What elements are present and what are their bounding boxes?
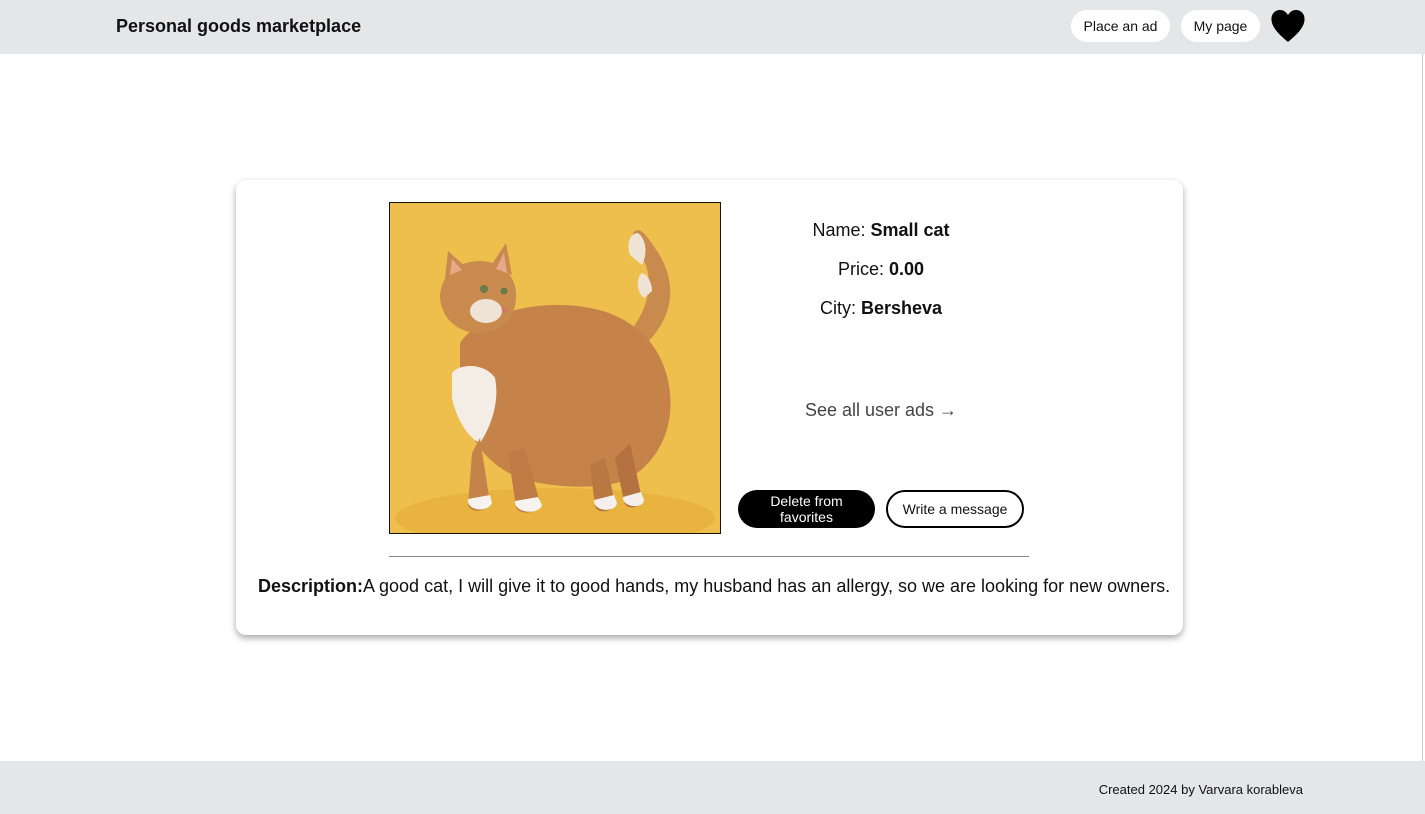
site-title[interactable]: Personal goods marketplace xyxy=(116,16,361,37)
name-value: Small cat xyxy=(870,220,950,240)
cat-illustration xyxy=(390,203,720,533)
content-divider xyxy=(389,556,1029,557)
price-label: Price: xyxy=(837,259,889,279)
place-ad-button[interactable]: Place an ad xyxy=(1071,10,1170,42)
description-label: Description: xyxy=(258,576,364,596)
footer-credit: Created 2024 by Varvara korableva xyxy=(1098,782,1303,797)
see-all-user-ads-link[interactable]: See all user ads → xyxy=(756,400,1006,421)
page-edge-divider xyxy=(1422,54,1423,761)
write-message-button[interactable]: Write a message xyxy=(886,490,1024,528)
city-label: City: xyxy=(819,298,861,318)
my-page-button[interactable]: My page xyxy=(1181,10,1260,42)
delete-from-favorites-button[interactable]: Delete from favorites xyxy=(738,490,875,528)
top-header: Personal goods marketplace Place an ad M… xyxy=(0,0,1425,54)
listing-price-row: Price: 0.00 xyxy=(756,259,1006,280)
listing-photo xyxy=(389,202,721,534)
listing-city-row: City: Bersheva xyxy=(756,298,1006,319)
page-footer: Created 2024 by Varvara korableva xyxy=(0,761,1425,814)
price-value: 0.00 xyxy=(888,259,925,279)
description-text: A good cat, I will give it to good hands… xyxy=(363,576,1171,596)
listing-description: Description:A good cat, I will give it t… xyxy=(258,576,1171,597)
city-value: Bersheva xyxy=(860,298,943,318)
listing-card: Name: Small cat Price: 0.00 City: Bershe… xyxy=(236,180,1183,635)
listing-name-row: Name: Small cat xyxy=(756,220,1006,241)
heart-icon[interactable] xyxy=(1270,9,1306,43)
name-label: Name: xyxy=(812,220,871,240)
